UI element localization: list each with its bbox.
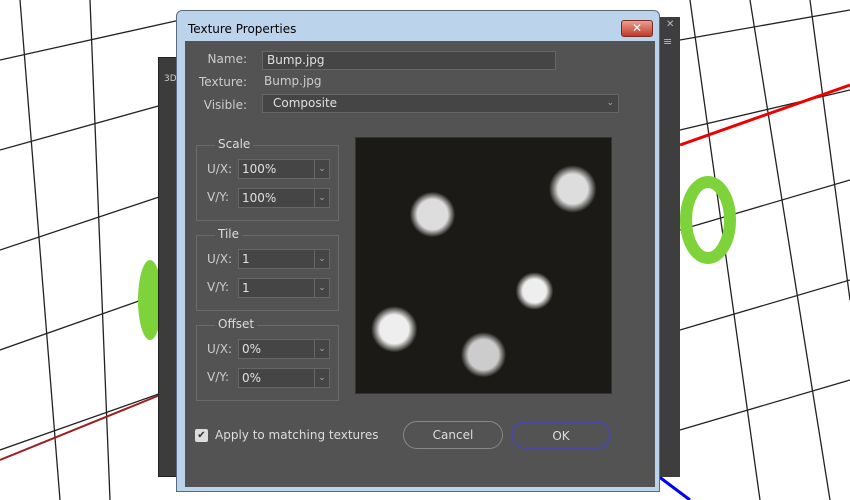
scale-vy-value: 100% [242, 191, 277, 205]
chevron-down-icon: ⌄ [606, 98, 614, 108]
offset-vy-combo[interactable]: 0% ⌄ [238, 368, 330, 388]
visible-label: Visible: [203, 98, 247, 112]
panel-menu-icon[interactable]: ≡ [663, 35, 672, 48]
close-button[interactable]: ✕ [621, 20, 653, 37]
tile-vy-label: V/Y: [207, 280, 230, 294]
tile-title: Tile [215, 227, 243, 241]
green-torus-right [680, 176, 736, 264]
offset-ux-combo[interactable]: 0% ⌄ [238, 339, 330, 359]
scale-title: Scale [215, 137, 254, 151]
scale-group: Scale U/X: 100% ⌄ V/Y: 100% ⌄ [196, 137, 339, 221]
tile-ux-label: U/X: [207, 252, 233, 266]
tile-group: Tile U/X: 1 ⌄ V/Y: 1 ⌄ [196, 227, 339, 311]
dialog-content: Name: Bump.jpg Texture: Bump.jpg Visible… [185, 41, 655, 487]
chevron-down-icon[interactable]: ⌄ [314, 189, 329, 207]
apply-label: Apply to matching textures [215, 428, 379, 442]
scale-ux-label: U/X: [207, 162, 233, 176]
texture-value: Bump.jpg [264, 74, 322, 88]
chevron-down-icon[interactable]: ⌄ [314, 340, 329, 358]
name-label: Name: [207, 52, 247, 66]
tile-vy-combo[interactable]: 1 ⌄ [238, 278, 330, 298]
tile-ux-combo[interactable]: 1 ⌄ [238, 249, 330, 269]
visible-value: Composite [273, 96, 338, 110]
chevron-down-icon[interactable]: ⌄ [314, 369, 329, 387]
panel-close-icon[interactable]: ✕ [666, 19, 674, 30]
offset-group: Offset U/X: 0% ⌄ V/Y: 0% ⌄ [196, 317, 339, 401]
checkmark-icon[interactable]: ✔ [195, 428, 208, 442]
texture-properties-dialog: Texture Properties ✕ Name: Bump.jpg Text… [176, 10, 660, 492]
chevron-down-icon[interactable]: ⌄ [314, 279, 329, 297]
visible-select[interactable]: Composite ⌄ [262, 94, 619, 113]
ok-button[interactable]: OK [511, 421, 611, 449]
dialog-title: Texture Properties [188, 22, 297, 36]
offset-title: Offset [215, 317, 258, 331]
cancel-button[interactable]: Cancel [403, 421, 503, 449]
offset-ux-value: 0% [242, 342, 262, 356]
scale-ux-combo[interactable]: 100% ⌄ [238, 159, 330, 179]
offset-ux-label: U/X: [207, 342, 233, 356]
offset-vy-value: 0% [242, 371, 262, 385]
name-input[interactable]: Bump.jpg [262, 51, 556, 70]
tile-ux-value: 1 [242, 252, 250, 266]
texture-label: Texture: [199, 75, 247, 89]
scale-vy-label: V/Y: [207, 190, 230, 204]
chevron-down-icon[interactable]: ⌄ [314, 160, 329, 178]
scale-vy-combo[interactable]: 100% ⌄ [238, 188, 330, 208]
offset-vy-label: V/Y: [207, 370, 230, 384]
scale-ux-value: 100% [242, 162, 277, 176]
texture-preview [355, 137, 612, 394]
side-panel: ✕ ≡ [660, 17, 680, 477]
apply-matching-checkbox[interactable]: ✔ Apply to matching textures [195, 428, 378, 442]
chevron-down-icon[interactable]: ⌄ [314, 250, 329, 268]
tile-vy-value: 1 [242, 281, 250, 295]
panel-label: 3D [164, 74, 177, 84]
